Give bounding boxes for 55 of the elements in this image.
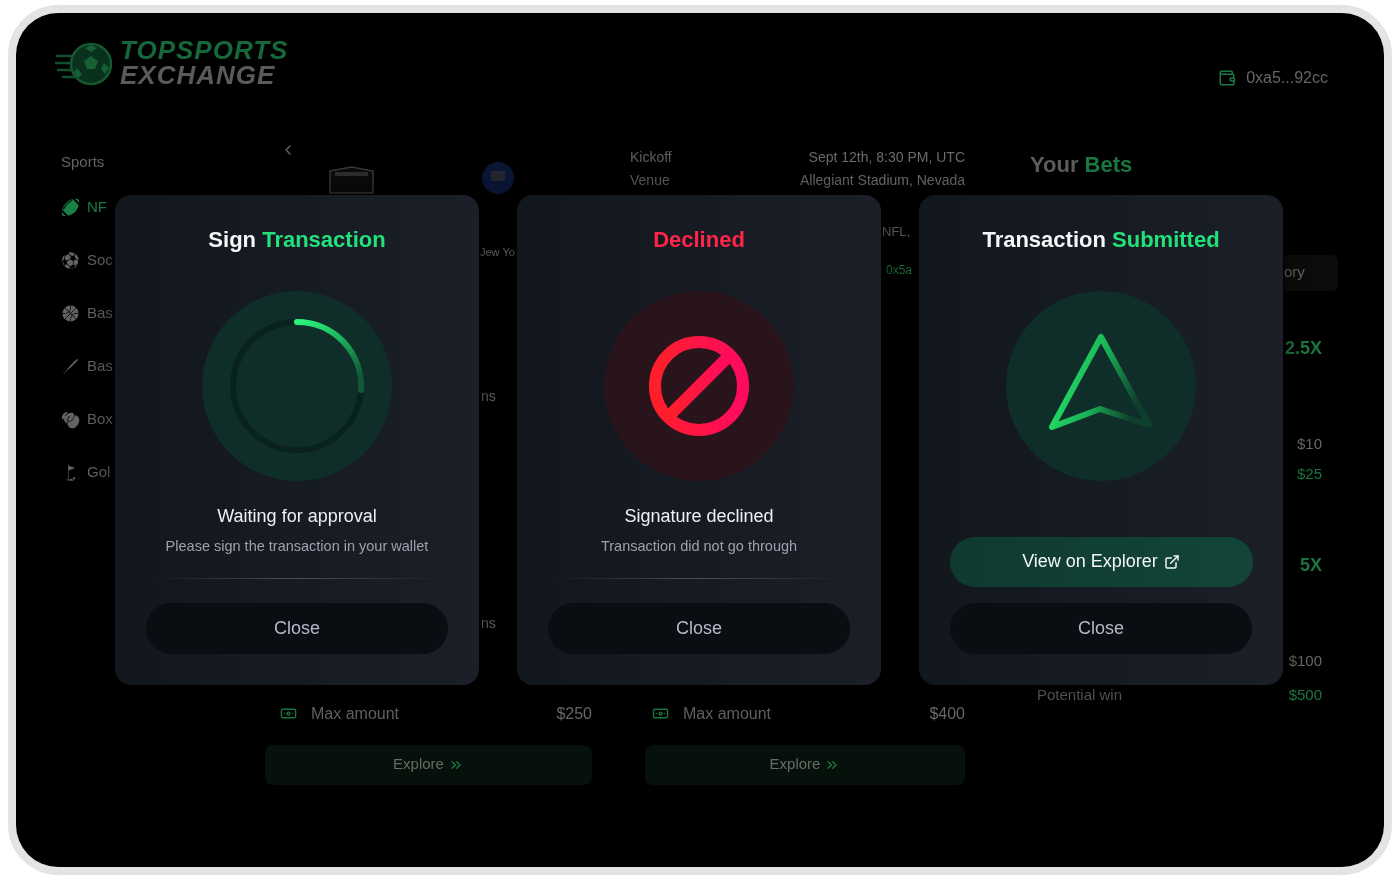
status-message: Transaction did not go through	[600, 536, 798, 556]
payout-value: $25	[1296, 464, 1322, 485]
option-text: ns	[481, 613, 496, 632]
detail-value: NFL,	[882, 222, 911, 241]
spinner-icon	[202, 290, 392, 481]
tab[interactable]: ory	[1284, 254, 1338, 291]
detail-label: Kickoff	[630, 147, 672, 167]
max-amount-value: $400	[929, 703, 965, 724]
sidebar-item[interactable]: Bas	[61, 339, 113, 393]
sidebar-item[interactable]: Box	[61, 392, 113, 446]
option-text: ns	[481, 386, 496, 405]
close-button[interactable]: Close	[950, 602, 1252, 654]
odds-value: 5X	[1299, 553, 1322, 577]
status-text: Waiting for approval	[217, 504, 377, 528]
logo-text: TOPSPORTS	[120, 37, 289, 63]
explorer-link-button[interactable]: View on Explorer	[949, 536, 1253, 587]
modal-title: Declined	[653, 225, 745, 254]
explore-button[interactable]: Explore	[265, 744, 592, 785]
basketball-icon	[61, 303, 80, 323]
boxing-glove-icon	[61, 409, 80, 429]
shield-logo-icon	[328, 165, 375, 194]
status-message: Please sign the transaction in your wallet	[165, 536, 429, 556]
detail-label: Venue	[630, 170, 670, 190]
max-amount-value: $250	[556, 703, 592, 724]
payout-label: Potential win	[1037, 685, 1123, 706]
sidebar-heading: Sports	[61, 151, 105, 172]
baseball-bat-icon	[61, 356, 80, 376]
sidebar-item[interactable]: Bas	[61, 286, 113, 340]
logo-text: EXCHANGE	[120, 62, 277, 88]
stake-value: $10	[1296, 433, 1322, 454]
football-icon	[61, 197, 80, 217]
close-button[interactable]: Close	[548, 602, 850, 654]
address-link[interactable]: 0x5a	[886, 260, 913, 279]
max-amount-label: Max amount	[311, 703, 400, 724]
team-name: Jew Yo	[480, 244, 515, 260]
odds-value: 2.5X	[1284, 336, 1322, 360]
payout-value: $500	[1288, 685, 1322, 706]
sidebar-item[interactable]: Gol	[61, 445, 111, 499]
sidebar-item[interactable]: Soc	[61, 233, 113, 287]
external-link-icon	[1163, 553, 1180, 570]
wallet-button[interactable]: 0xa5...92cc	[1217, 67, 1328, 88]
prohibited-icon	[604, 290, 794, 481]
detail-value: Allegiant Stadium, Nevada	[800, 170, 965, 190]
status-text: Signature declined	[624, 504, 774, 528]
modal-title: Sign Transaction	[208, 225, 386, 254]
team-logo-icon	[482, 161, 514, 194]
sidebar-item[interactable]: NF	[61, 180, 107, 234]
close-button[interactable]: Close	[146, 602, 448, 654]
wallet-icon	[1217, 68, 1238, 87]
explore-button[interactable]: Explore	[645, 744, 965, 785]
detail-value: Sept 12th, 8:30 PM, UTC	[808, 147, 965, 167]
section-title: Your Bets	[1030, 150, 1133, 179]
max-amount-label: Max amount	[683, 703, 772, 724]
stake-value: $100	[1288, 650, 1322, 671]
modal-title: Transaction Submitted	[982, 225, 1220, 254]
